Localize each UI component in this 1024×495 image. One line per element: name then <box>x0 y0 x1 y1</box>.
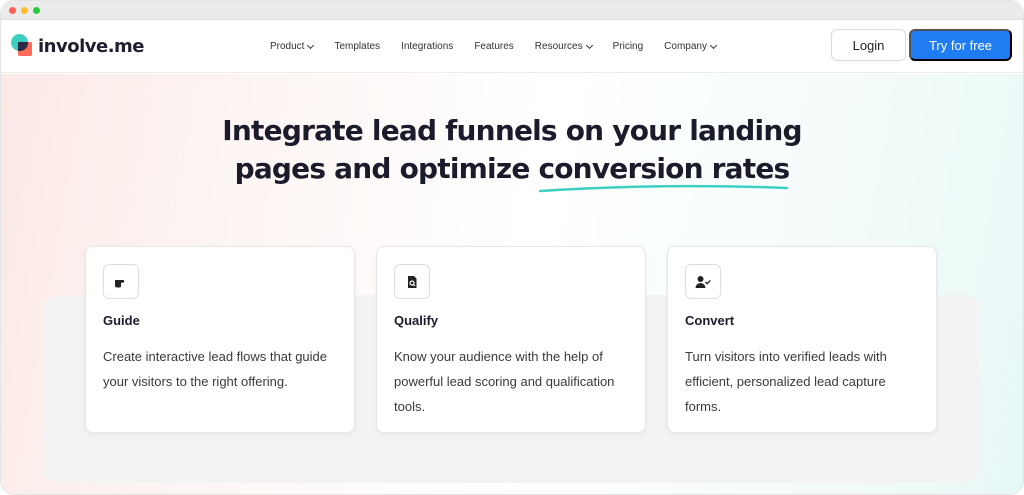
nav-resources-label: Resources <box>534 41 583 52</box>
brand-logo[interactable]: involve.me <box>11 33 145 59</box>
chevron-down-icon <box>307 41 315 49</box>
chevron-down-icon <box>585 41 593 49</box>
main-nav: Product Templates Integrations Features … <box>270 20 737 73</box>
nav-integrations-label: Integrations <box>401 41 454 52</box>
maximize-window-dot[interactable] <box>33 7 40 14</box>
login-button[interactable]: Login <box>831 29 906 61</box>
card-desc-convert: Turn visitors into verified leads with e… <box>685 349 887 414</box>
nav-integrations[interactable]: Integrations <box>401 41 453 52</box>
nav-pricing-label: Pricing <box>612 41 644 52</box>
headline-accent: conversion rates <box>538 150 790 193</box>
headline-line-2: pages and optimize conversion rates <box>1 150 1023 193</box>
nav-features[interactable]: Features <box>474 41 513 52</box>
nav-resources[interactable]: Resources <box>534 41 593 52</box>
feature-card-guide: Guide Create interactive lead flows that… <box>85 246 355 433</box>
card-desc-qualify: Know your audience with the help of powe… <box>394 349 615 414</box>
card-title-qualify: Qualify <box>394 313 439 328</box>
pointing-hand-icon <box>103 264 139 299</box>
minimize-window-dot[interactable] <box>21 7 28 14</box>
headline-accent-text: conversion rates <box>538 152 790 185</box>
nav-templates-label: Templates <box>334 41 381 52</box>
headline-line-2-prefix: pages and optimize <box>234 152 539 185</box>
close-window-dot[interactable] <box>9 7 16 14</box>
logo-mark-icon <box>11 34 35 58</box>
hero-headline: Integrate lead funnels on your landing p… <box>1 112 1023 193</box>
nav-templates[interactable]: Templates <box>334 41 380 52</box>
nav-company[interactable]: Company <box>664 41 718 52</box>
nav-product[interactable]: Product <box>270 41 315 52</box>
feature-card-qualify: Qualify Know your audience with the help… <box>376 246 646 433</box>
try-for-free-button[interactable]: Try for free <box>909 29 1012 61</box>
card-title-guide: Guide <box>103 313 140 328</box>
card-title-convert: Convert <box>685 313 735 328</box>
card-desc-guide: Create interactive lead flows that guide… <box>103 349 328 389</box>
chevron-down-icon <box>709 41 718 49</box>
feature-card-convert: Convert Turn visitors into verified lead… <box>667 246 937 433</box>
browser-window: involve.me Product Templates Integration… <box>0 0 1024 495</box>
nav-product-label: Product <box>270 41 305 52</box>
accent-underline-icon <box>539 184 789 193</box>
user-check-icon <box>685 264 721 299</box>
nav-pricing[interactable]: Pricing <box>613 41 644 52</box>
hero-section: Integrate lead funnels on your landing p… <box>1 74 1023 494</box>
top-navbar: involve.me Product Templates Integration… <box>1 20 1023 73</box>
nav-company-label: Company <box>664 41 707 52</box>
window-titlebar <box>1 1 1023 20</box>
brand-name: involve.me <box>38 35 145 57</box>
nav-features-label: Features <box>474 41 514 52</box>
headline-line-1: Integrate lead funnels on your landing <box>222 114 802 147</box>
document-search-icon <box>394 264 430 299</box>
